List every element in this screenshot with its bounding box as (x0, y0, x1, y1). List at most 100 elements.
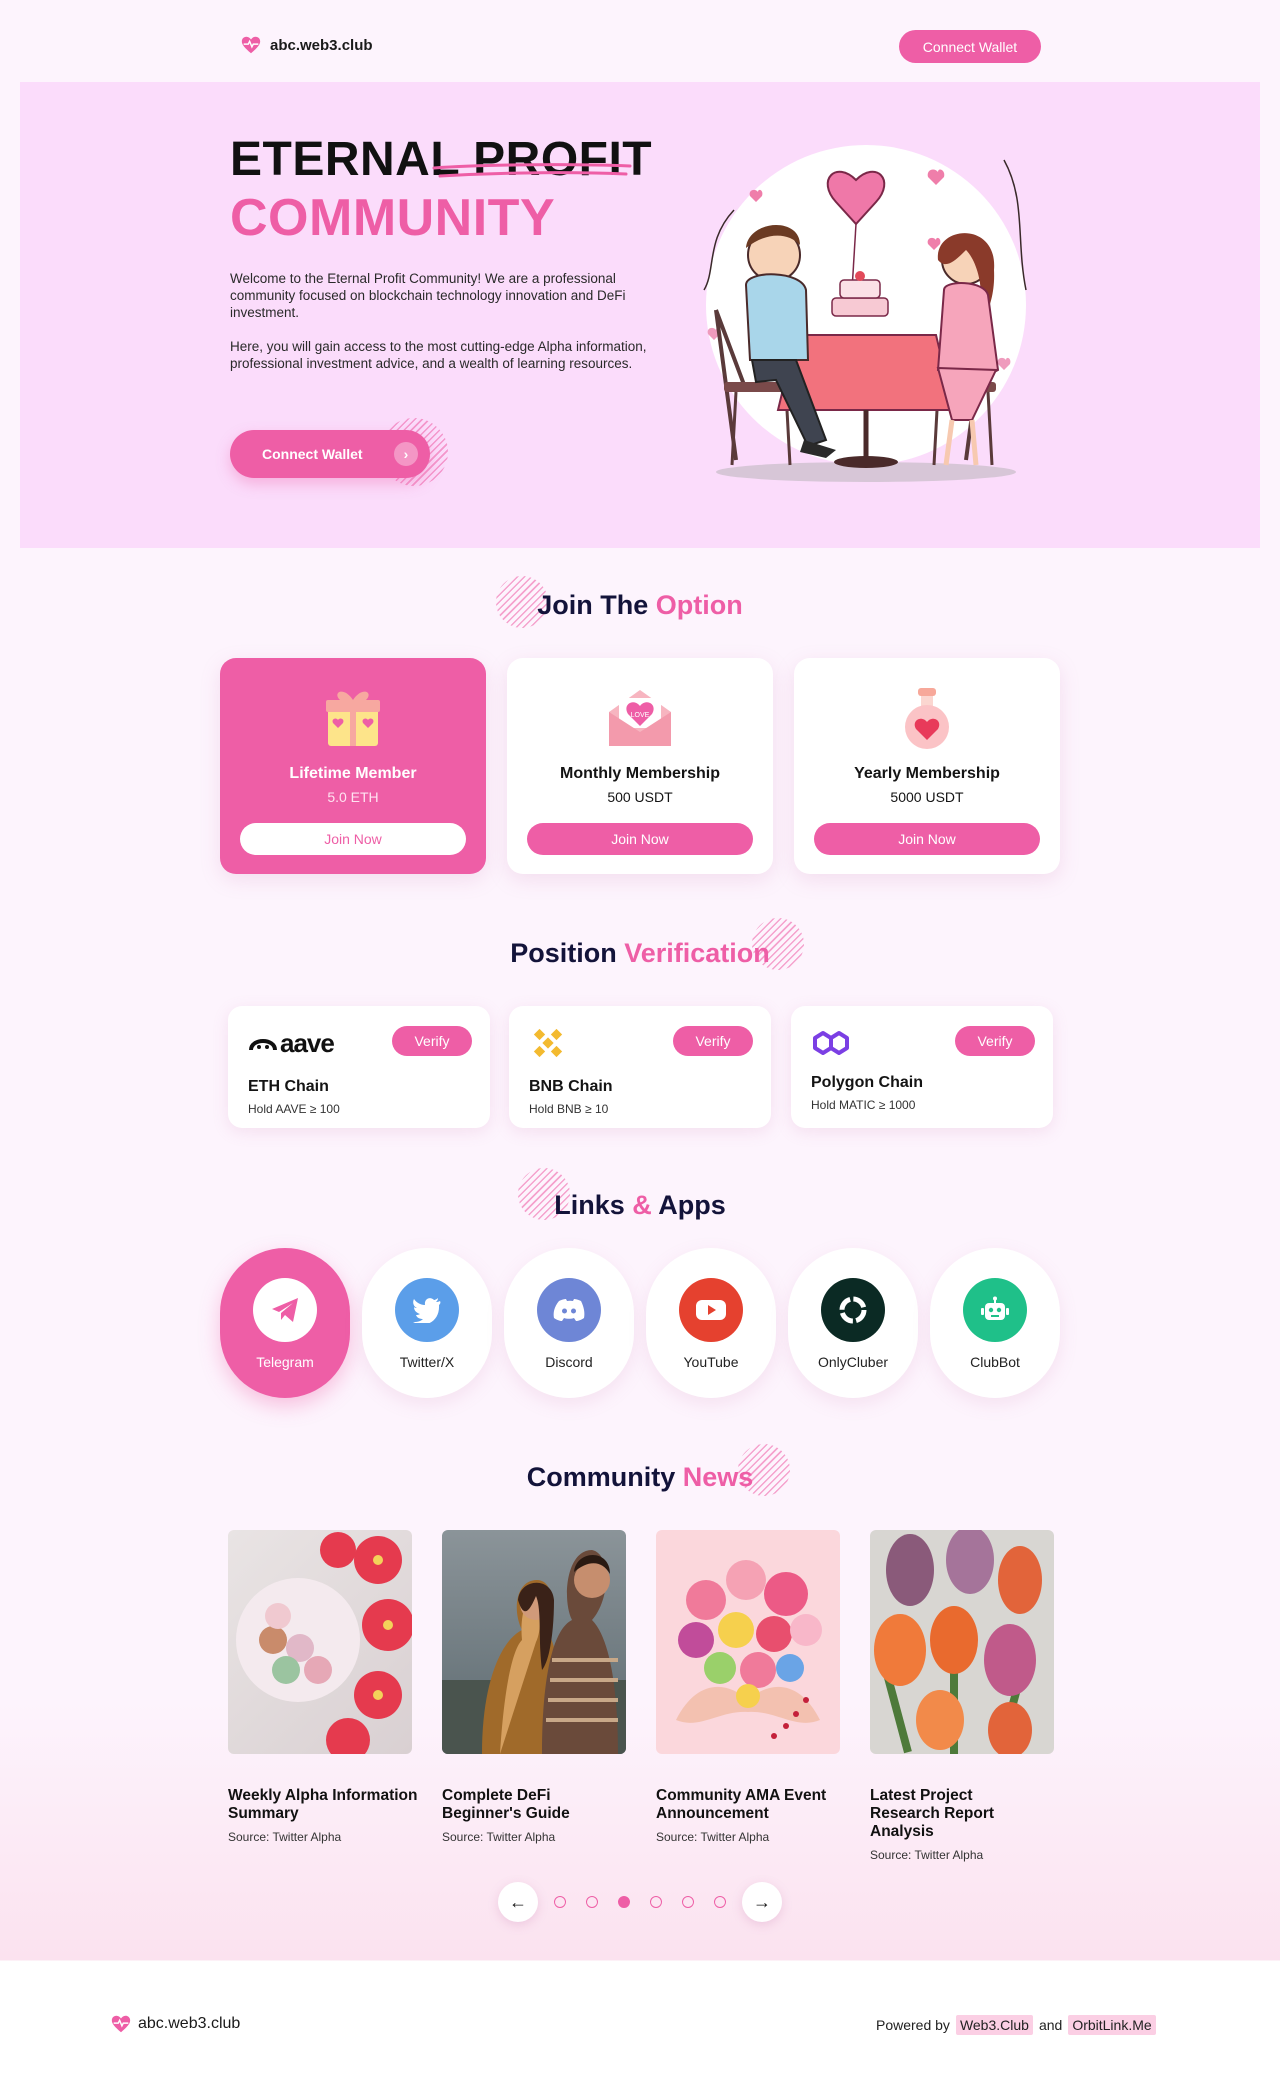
carousel-next-button[interactable]: → (742, 1882, 782, 1922)
join-title-dark: Join The (537, 590, 649, 620)
join-now-button[interactable]: Join Now (240, 823, 466, 855)
chevron-right-icon: › (394, 442, 418, 466)
hero-paragraph-1: Welcome to the Eternal Profit Community!… (230, 271, 626, 320)
carousel-dot[interactable] (650, 1896, 662, 1908)
news-title-dark: Community (526, 1462, 676, 1492)
hold-requirement: Hold MATIC ≥ 1000 (811, 1098, 916, 1112)
verify-card-eth: aave Verify ETH Chain Hold AAVE ≥ 100 (228, 1006, 490, 1128)
verify-button[interactable]: Verify (955, 1026, 1035, 1056)
telegram-icon (253, 1278, 317, 1342)
heart-logo-icon (111, 2015, 131, 2033)
news-title-pink: News (682, 1462, 754, 1492)
aave-logo-text: aave (280, 1027, 335, 1058)
news-title[interactable]: Community AMA Event Announcement (656, 1787, 846, 1823)
twitter-icon (395, 1278, 459, 1342)
link-label: Twitter/X (399, 1354, 455, 1370)
hero-title-line2: COMMUNITY (230, 189, 556, 247)
links-title-dark2: Apps (658, 1190, 726, 1220)
news-image-macarons[interactable] (228, 1530, 412, 1754)
hold-requirement: Hold AAVE ≥ 100 (248, 1102, 340, 1116)
robot-icon (963, 1278, 1027, 1342)
link-twitter[interactable]: Twitter/X (362, 1248, 492, 1398)
heart-logo-icon (241, 36, 261, 54)
news-source: Source: Twitter Alpha (870, 1848, 984, 1862)
membership-price: 5000 USDT (890, 789, 964, 805)
verify-button[interactable]: Verify (392, 1026, 472, 1056)
verify-section-title: Position Verification (0, 938, 1280, 969)
gift-icon (326, 691, 380, 746)
hero-underline-swash (432, 163, 632, 178)
bnb-logo-icon (529, 1026, 567, 1060)
web3-club-link[interactable]: Web3.Club (955, 2015, 1033, 2035)
potion-heart-icon (905, 688, 949, 749)
carousel-dot-active[interactable] (618, 1896, 630, 1908)
carousel-dot[interactable] (586, 1896, 598, 1908)
youtube-icon (679, 1278, 743, 1342)
header-connect-wallet-button[interactable]: Connect Wallet (899, 30, 1041, 63)
chain-name: ETH Chain (248, 1078, 329, 1095)
news-image-flowers-hands[interactable] (656, 1530, 840, 1754)
verify-card-polygon: Verify Polygon Chain Hold MATIC ≥ 1000 (791, 1006, 1053, 1128)
news-title[interactable]: Complete DeFi Beginner's Guide (442, 1787, 632, 1823)
onlycluber-icon (821, 1278, 885, 1342)
carousel-dot[interactable] (682, 1896, 694, 1908)
news-source: Source: Twitter Alpha (656, 1830, 770, 1844)
membership-price: 5.0 ETH (327, 789, 379, 805)
carousel-dot[interactable] (714, 1896, 726, 1908)
link-label: ClubBot (970, 1354, 1020, 1370)
carousel-prev-button[interactable]: ← (498, 1882, 538, 1922)
love-letter-icon: LOVE (609, 690, 671, 746)
hold-requirement: Hold BNB ≥ 10 (529, 1102, 609, 1116)
link-youtube[interactable]: YouTube (646, 1248, 776, 1398)
verify-card-bnb: Verify BNB Chain Hold BNB ≥ 10 (509, 1006, 771, 1128)
carousel-dot[interactable] (554, 1896, 566, 1908)
news-section-title: Community News (0, 1462, 1280, 1493)
news-title[interactable]: Weekly Alpha Information Summary (228, 1787, 418, 1823)
membership-card-monthly[interactable]: LOVE Monthly Membership 500 USDT Join No… (507, 658, 773, 874)
chain-name: Polygon Chain (811, 1074, 923, 1091)
links-section-title: Links & Apps (0, 1190, 1280, 1221)
membership-name: Yearly Membership (854, 765, 1000, 782)
link-label: Discord (545, 1354, 593, 1370)
links-title-dark1: Links (554, 1190, 625, 1220)
join-section-title: Join The Option (0, 590, 1280, 621)
footer-brand[interactable]: abc.web3.club (110, 2013, 240, 2035)
chain-name: BNB Chain (529, 1078, 613, 1095)
link-clubbot[interactable]: ClubBot (930, 1248, 1060, 1398)
news-image-tulips[interactable] (870, 1530, 1054, 1754)
powered-by-text: Powered by (876, 2017, 950, 2033)
link-onlycluber[interactable]: OnlyCluber (788, 1248, 918, 1398)
verify-title-dark: Position (510, 938, 617, 968)
hero-connect-wallet-button[interactable]: Connect Wallet › (230, 430, 430, 478)
verify-title-pink: Verification (624, 938, 770, 968)
news-source: Source: Twitter Alpha (228, 1830, 342, 1844)
couple-date-illustration (703, 145, 1027, 482)
news-image-couple[interactable] (442, 1530, 626, 1754)
aave-logo-icon: aave (248, 1026, 335, 1060)
link-discord[interactable]: Discord (504, 1248, 634, 1398)
membership-card-yearly[interactable]: Yearly Membership 5000 USDT Join Now (794, 658, 1060, 874)
join-now-button[interactable]: Join Now (814, 823, 1040, 855)
membership-name: Monthly Membership (559, 765, 720, 782)
brand-name: abc.web3.club (270, 36, 373, 54)
links-title-amp: & (632, 1190, 652, 1220)
membership-card-lifetime[interactable]: Lifetime Member 5.0 ETH Join Now (220, 658, 486, 874)
arrow-right-icon: → (753, 1891, 771, 1912)
membership-price: 500 USDT (607, 789, 673, 805)
news-source: Source: Twitter Alpha (442, 1830, 556, 1844)
discord-icon (537, 1278, 601, 1342)
hero-paragraph-2: Here, you will gain access to the most c… (230, 339, 647, 371)
header-brand[interactable]: abc.web3.club (240, 34, 373, 56)
link-label: Telegram (256, 1354, 314, 1370)
arrow-left-icon: ← (509, 1891, 527, 1912)
polygon-logo-icon (811, 1026, 851, 1060)
and-text: and (1038, 2017, 1063, 2033)
join-now-button[interactable]: Join Now (527, 823, 753, 855)
link-telegram[interactable]: Telegram (220, 1248, 350, 1398)
link-label: OnlyCluber (817, 1354, 889, 1370)
footer-brand-name: abc.web3.club (138, 2015, 241, 2032)
join-title-pink: Option (655, 590, 743, 620)
orbitlink-link[interactable]: OrbitLink.Me (1068, 2015, 1156, 2035)
verify-button[interactable]: Verify (673, 1026, 753, 1056)
news-title[interactable]: Latest Project Research Report Analysis (870, 1787, 1020, 1841)
